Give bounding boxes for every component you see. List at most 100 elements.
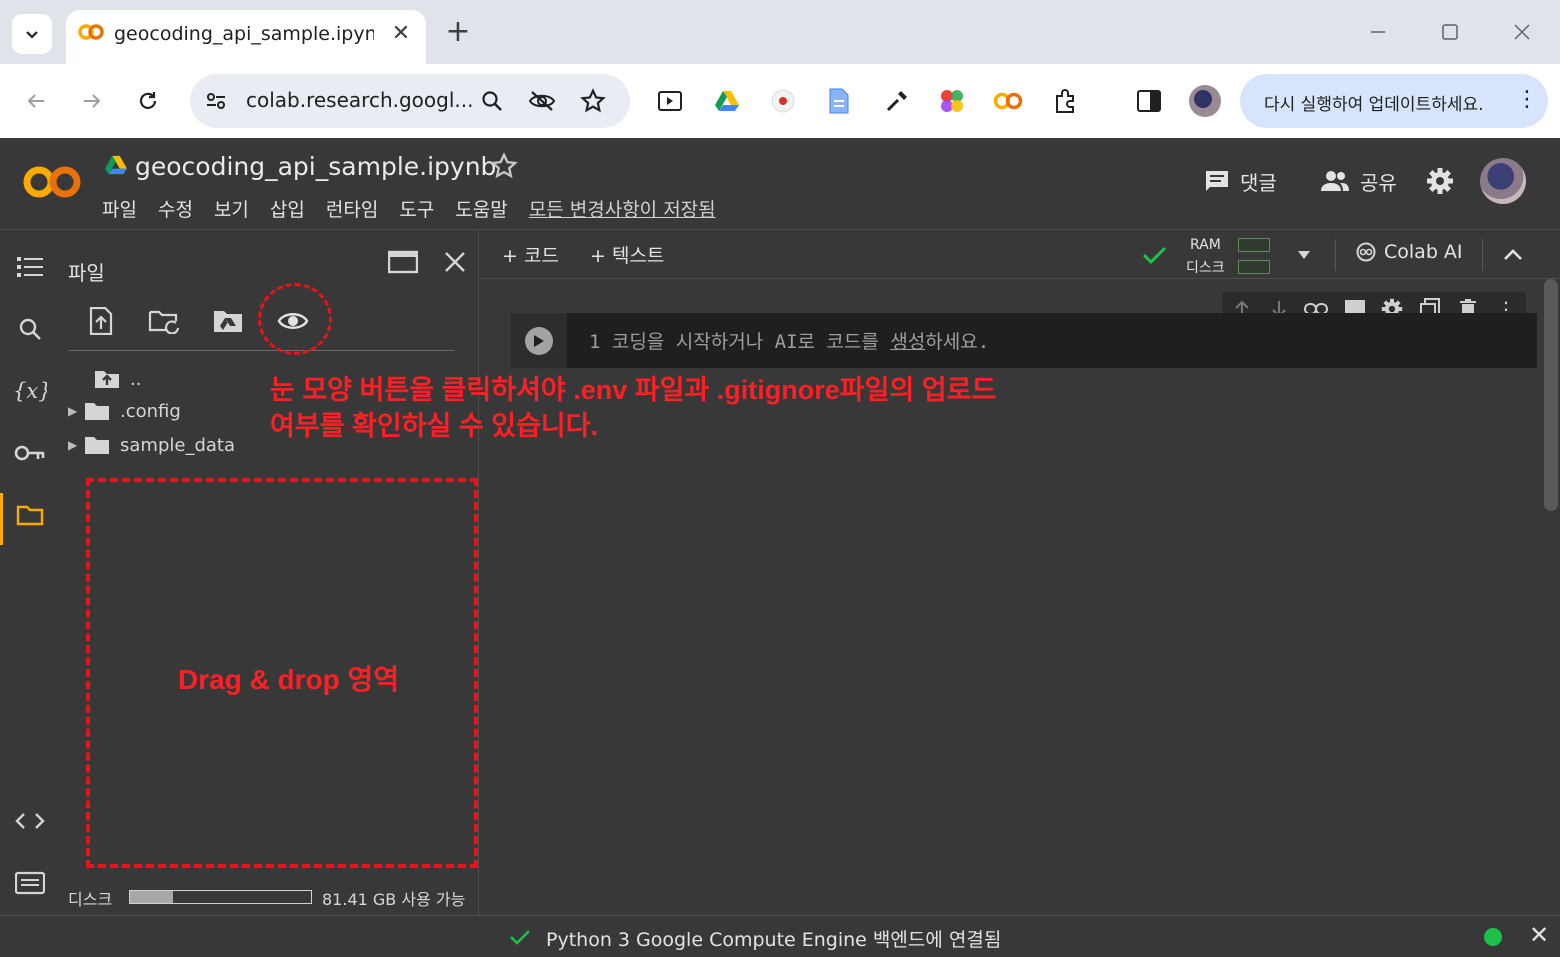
expand-caret-icon[interactable]: ▶ [68,438,84,452]
variables-icon: {x} [13,379,47,403]
close-icon [1514,24,1530,40]
cell-editor[interactable]: 1 코딩을 시작하거나 AI로 코드를 생성하세요. [589,327,989,354]
colab-extension-icon[interactable] [989,82,1027,120]
colab-logo-icon[interactable] [22,160,82,204]
eye-off-icon[interactable] [528,89,556,113]
maximize-button[interactable] [1430,14,1470,50]
search-icon[interactable] [480,89,504,113]
people-icon [1321,171,1349,191]
ram-bar [1238,238,1270,252]
google-drive-extension-icon[interactable] [708,82,746,120]
browser-menu-icon[interactable]: ⋮ [1516,87,1538,112]
new-tab-button[interactable]: + [442,16,474,48]
minimize-button[interactable] [1358,14,1398,50]
docs-extension-icon[interactable] [820,82,858,120]
eyedropper-extension-icon[interactable] [878,82,916,120]
run-cell-button[interactable] [525,327,553,355]
status-close-button[interactable]: ✕ [1526,921,1552,949]
terminal-icon [15,871,45,895]
menu-edit[interactable]: 수정 [158,195,193,222]
reload-button[interactable] [129,82,167,120]
placeholder-text: 코딩을 시작하거나 AI로 코드를 [611,331,891,353]
secrets-button[interactable] [10,433,50,473]
arrow-left-icon [27,94,44,108]
bookmark-star-icon[interactable] [580,88,606,114]
open-in-tab-button[interactable] [384,243,422,281]
cell-gutter [511,313,567,368]
window-close-button[interactable] [1502,14,1542,50]
browser-tab-active[interactable]: geocoding_api_sample.ipynb - ✕ [66,10,426,64]
comment-icon [1206,171,1228,191]
colorful-extension-icon[interactable] [933,82,971,120]
menu-view[interactable]: 보기 [214,195,249,222]
browser-toolbar: colab.research.googl... 다시 실행하여 업데이트하세요.… [0,64,1560,138]
connected-check-icon [1142,246,1167,265]
share-label: 공유 [1360,170,1397,195]
find-button[interactable] [10,309,50,349]
comment-button[interactable]: 댓글 [1204,164,1277,198]
resource-monitor[interactable]: RAM 디스크 [1186,235,1272,276]
panel-title: 파일 [68,261,105,285]
eye-note-line2: 여부를 확인하실 수 있습니다. [270,411,599,441]
side-panel-icon[interactable] [1130,82,1168,120]
code-snippets-button[interactable] [10,801,50,841]
puzzle-extensions-icon[interactable] [1047,82,1085,120]
files-button[interactable] [10,495,50,535]
tree-item-sample-data[interactable]: ▶ sample_data [68,431,235,459]
tree-item-config[interactable]: ▶ .config [68,397,181,425]
site-settings-icon [207,93,225,109]
menu-runtime[interactable]: 런타임 [326,195,378,222]
generate-link[interactable]: 생성 [890,331,925,353]
record-extension-icon[interactable] [764,82,802,120]
folder-refresh-icon [148,310,180,334]
menu-insert[interactable]: 삽입 [270,195,305,222]
tree-item-parent[interactable]: .. [94,365,141,393]
back-button[interactable] [17,82,55,120]
table-of-contents-button[interactable] [10,247,50,287]
user-avatar[interactable] [1480,158,1526,204]
notebook-title[interactable]: geocoding_api_sample.ipynb [135,152,496,181]
expand-caret-icon[interactable]: ▶ [68,404,84,418]
upload-file-icon [89,307,113,335]
tab-close-button[interactable]: ✕ [388,20,414,46]
variables-button[interactable]: {x} [10,371,50,411]
menu-file[interactable]: 파일 [102,195,137,222]
forward-button[interactable] [73,82,111,120]
share-button[interactable]: 공유 [1320,164,1397,198]
drag-drop-zone[interactable]: Drag & drop 영역 [86,478,478,868]
folder-icon [85,403,109,420]
status-bar: Python 3 Google Compute Engine 백엔드에 연결됨 … [0,915,1560,957]
colab-ai-button[interactable]: Colab AI [1356,241,1463,263]
saved-status-link[interactable]: 모든 변경사항이 저장됨 [529,195,716,222]
notebook-scrollbar[interactable] [1544,279,1558,511]
profile-avatar[interactable] [1186,82,1224,120]
upload-file-button[interactable] [82,302,120,340]
refresh-button[interactable] [145,302,183,340]
tree-item-label: sample_data [120,434,235,456]
dropdown-icon[interactable] [1296,249,1312,261]
toolbar-separator [1335,239,1336,271]
mount-drive-button[interactable] [209,302,247,340]
code-cell[interactable]: 1 코딩을 시작하거나 AI로 코드를 생성하세요. [511,313,1537,368]
add-code-button[interactable]: + 코드 [502,241,559,268]
connection-status-dot [1484,928,1502,946]
media-extension-icon[interactable] [651,82,689,120]
chevron-up-icon[interactable] [1502,247,1524,263]
left-icon-rail: {x} [0,231,58,915]
folder-up-icon [95,371,119,388]
star-icon[interactable] [490,152,518,180]
close-panel-button[interactable] [436,243,474,281]
terminal-button[interactable] [10,863,50,903]
settings-button[interactable] [1426,164,1454,198]
menu-tools[interactable]: 도구 [399,195,434,222]
address-bar[interactable]: colab.research.googl... [190,74,630,128]
tab-search-button[interactable] [12,14,52,54]
menu-help[interactable]: 도움말 [455,195,507,222]
drive-folder-icon [214,311,242,332]
add-text-button[interactable]: + 텍스트 [590,241,664,268]
tree-item-label: .. [130,368,142,390]
arrow-right-icon [84,94,101,108]
disk-label: 디스크 [1186,260,1225,276]
disk-bar [1238,260,1270,274]
update-button[interactable]: 다시 실행하여 업데이트하세요. ⋮ [1240,74,1548,128]
